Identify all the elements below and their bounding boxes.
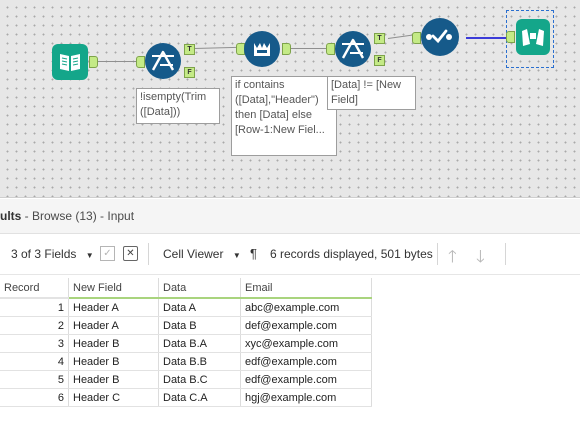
filter-tool-2[interactable] <box>335 31 371 67</box>
binoculars-icon <box>522 29 544 46</box>
filter-expression-annotation: [Data] != [New Field] <box>327 76 416 110</box>
record-number[interactable]: 1 <box>0 298 69 317</box>
input-anchor[interactable] <box>506 31 515 43</box>
record-number[interactable]: 6 <box>0 388 69 407</box>
cell-email[interactable]: def@example.com <box>240 316 372 335</box>
book-icon <box>60 54 80 71</box>
cell-data[interactable]: Data A <box>158 298 241 317</box>
input-anchor[interactable] <box>136 56 145 68</box>
results-title-main: ults <box>0 209 22 223</box>
fields-dropdown[interactable]: 3 of 3 Fields ▼ <box>11 247 94 261</box>
results-grid: Record New Field Data Email 1 Header A D… <box>0 278 372 407</box>
results-title-sub: - Browse (13) - Input <box>21 209 135 223</box>
checkmark-records-icon <box>426 29 452 44</box>
table-row[interactable]: 1 Header A Data A abc@example.com <box>0 298 372 317</box>
cell-email[interactable]: edf@example.com <box>240 352 372 371</box>
cell-new-field[interactable]: Header B <box>68 352 159 371</box>
results-panel-header: ults - Browse (13) - Input <box>0 199 580 234</box>
toolbar-separator <box>505 243 506 265</box>
input-anchor[interactable] <box>412 32 421 44</box>
pilcrow-icon[interactable]: ¶ <box>250 246 257 261</box>
output-anchor[interactable] <box>89 56 98 68</box>
record-number[interactable]: 5 <box>0 370 69 389</box>
output-anchor[interactable] <box>282 43 291 55</box>
arrow-up-icon[interactable]: 🡑 <box>448 244 457 273</box>
connection-wire[interactable] <box>466 37 506 39</box>
record-number[interactable]: 2 <box>0 316 69 335</box>
cell-viewer-label: Cell Viewer <box>163 247 224 261</box>
table-row[interactable]: 5 Header B Data B.C edf@example.com <box>0 370 372 389</box>
true-anchor[interactable]: T <box>184 44 195 55</box>
cell-data[interactable]: Data B <box>158 316 241 335</box>
clear-icon[interactable]: ✕ <box>123 246 138 261</box>
cell-data[interactable]: Data B.A <box>158 334 241 353</box>
canvas-divider <box>0 197 580 198</box>
false-anchor[interactable]: F <box>374 55 385 66</box>
cell-data[interactable]: Data B.B <box>158 352 241 371</box>
cell-new-field[interactable]: Header A <box>68 316 159 335</box>
table-row[interactable]: 2 Header A Data B def@example.com <box>0 316 372 335</box>
connection-wire[interactable] <box>289 48 329 50</box>
cell-email[interactable]: edf@example.com <box>240 370 372 389</box>
cell-viewer-dropdown[interactable]: Cell Viewer ▼ <box>163 247 241 261</box>
toolbar-separator <box>437 243 438 265</box>
dropdown-caret-icon: ▼ <box>232 251 241 260</box>
table-row[interactable]: 3 Header B Data B.A xyc@example.com <box>0 334 372 353</box>
true-anchor[interactable]: T <box>374 33 385 44</box>
column-header-new-field[interactable]: New Field <box>68 278 159 299</box>
select-tool[interactable] <box>421 18 459 56</box>
formula-expression-annotation: if contains ([Data],"Header") then [Data… <box>231 76 337 156</box>
records-info: 6 records displayed, 501 bytes <box>270 247 433 261</box>
filter-expression-annotation: !isempty(Trim ([Data])) <box>136 88 220 124</box>
cell-new-field[interactable]: Header A <box>68 298 159 317</box>
cell-data[interactable]: Data B.C <box>158 370 241 389</box>
cell-new-field[interactable]: Header C <box>68 388 159 407</box>
filter-icon <box>151 50 175 71</box>
browse-tool[interactable] <box>516 19 550 55</box>
formula-flask-icon <box>254 43 270 56</box>
filter-tool-1[interactable] <box>145 43 181 79</box>
connection-wire[interactable] <box>387 34 415 40</box>
table-row[interactable]: 4 Header B Data B.B edf@example.com <box>0 352 372 371</box>
false-anchor[interactable]: F <box>184 67 195 78</box>
column-header-record[interactable]: Record <box>0 278 69 299</box>
cell-new-field[interactable]: Header B <box>68 370 159 389</box>
fields-dropdown-label: 3 of 3 Fields <box>11 247 77 261</box>
formula-tool[interactable] <box>244 31 280 67</box>
input-data-tool[interactable] <box>52 44 88 80</box>
cell-new-field[interactable]: Header B <box>68 334 159 353</box>
record-number[interactable]: 3 <box>0 334 69 353</box>
toolbar-separator <box>148 243 149 265</box>
filter-icon <box>341 38 365 59</box>
input-anchor[interactable] <box>326 43 335 55</box>
workflow-canvas[interactable]: T F T F !isempty(Trim ([Data])) if conta… <box>0 0 580 198</box>
cell-email[interactable]: xyc@example.com <box>240 334 372 353</box>
column-header-email[interactable]: Email <box>240 278 372 299</box>
arrow-down-icon[interactable]: 🡓 <box>476 244 485 273</box>
checkbox-edit-icon[interactable]: ✓ <box>100 246 115 261</box>
connection-wire[interactable] <box>193 46 243 50</box>
connection-wire[interactable] <box>96 61 140 63</box>
column-header-data[interactable]: Data <box>158 278 241 299</box>
grid-header-row: Record New Field Data Email <box>0 278 372 299</box>
dropdown-caret-icon: ▼ <box>85 251 94 260</box>
cell-email[interactable]: hgj@example.com <box>240 388 372 407</box>
results-title: ults - Browse (13) - Input <box>0 209 134 223</box>
record-number[interactable]: 4 <box>0 352 69 371</box>
results-toolbar: 3 of 3 Fields ▼ ✓ ✕ Cell Viewer ▼ ¶ 6 re… <box>0 234 580 275</box>
cell-data[interactable]: Data C.A <box>158 388 241 407</box>
table-row[interactable]: 6 Header C Data C.A hgj@example.com <box>0 388 372 407</box>
cell-email[interactable]: abc@example.com <box>240 298 372 317</box>
